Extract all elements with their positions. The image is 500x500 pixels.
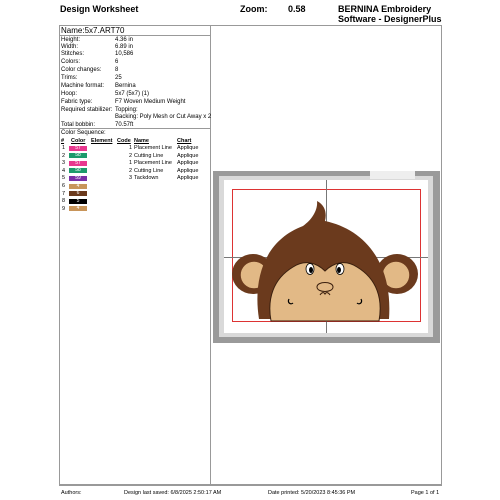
sequence-row-color-swatch: 58 (69, 153, 87, 159)
sequence-header-num: # (61, 138, 65, 144)
sequence-row-num: 5 (62, 175, 66, 182)
sequence-row-name: Cutting Line (134, 152, 164, 159)
left-pupil (309, 267, 313, 273)
footer-page-number: Page 1 of 1 (411, 490, 440, 496)
footer-date-printed: Date printed: 5/20/2023 8:45:36 PM (268, 490, 356, 496)
software-name-line2: Software - DesignerPlus (338, 14, 442, 24)
design-name: Name:5x7.ART70 (60, 26, 211, 36)
sequence-row-num: 1 (62, 145, 66, 151)
monkey-design (232, 201, 418, 322)
info-row-trims: Trims: 25 (61, 75, 122, 81)
sequence-row-color-swatch: 4 (69, 183, 87, 189)
sequence-row-code: 1 (129, 145, 133, 151)
info-row-backing: Backing: Poly Mesh or Cut Away x 2 (115, 114, 212, 120)
sequence-row-num: 6 (62, 183, 66, 189)
footer-authors: Authors: (61, 490, 82, 496)
sequence-row-color-swatch: 57 (69, 145, 87, 151)
sequence-row-num: 9 (62, 205, 66, 212)
sequence-row-num: 7 (62, 190, 66, 197)
sequence-header-name: Name (134, 138, 149, 144)
sequence-row-color-swatch: 59 (69, 175, 87, 181)
sequence-row-num: 2 (62, 152, 66, 159)
sequence-row-name: Placement Line (134, 160, 172, 167)
sequence-row-chart: Applique (177, 152, 199, 159)
sequence-row-color-swatch: 5 (69, 198, 87, 204)
sequence-row-chart: Applique (177, 167, 199, 174)
sequence-header-color: Color (71, 138, 86, 144)
sequence-row-color-swatch: 57 (69, 160, 87, 166)
info-row-width: Width: 6.89 in (61, 44, 134, 50)
sequence-row-name: Placement Line (134, 145, 172, 151)
color-sequence-title: Color Sequence: (61, 130, 106, 136)
sequence-row-num: 4 (62, 167, 66, 174)
sequence-row-color-swatch: 58 (69, 168, 87, 174)
sequence-row-num: 8 (62, 198, 66, 205)
info-row-stitches: Stitches: 10,586 (61, 51, 134, 57)
sequence-row-name: Tackdown (134, 175, 159, 182)
info-row-colors: Colors: 6 (61, 59, 119, 65)
zoom-value: 0.58 (288, 4, 306, 14)
sequence-row-name: Cutting Line (134, 167, 164, 174)
sequence-row-code: 1 (129, 160, 133, 167)
footer-divider (59, 484, 441, 485)
sequence-row-num: 3 (62, 160, 66, 167)
info-row-height: Height: 4.36 in (61, 37, 134, 43)
sequence-header-chart: Chart (177, 138, 192, 144)
column-divider (210, 25, 211, 485)
sequence-row-color-swatch: 4 (69, 206, 87, 212)
sequence-row-chart: Applique (177, 145, 199, 151)
sequence-row-code: 2 (129, 152, 133, 159)
info-row-stabilizer: Required stabilizer: Topping: (61, 107, 138, 113)
info-row-hoop: Hoop: 5x7 (5x7) (1) (61, 91, 150, 97)
info-row-color-changes: Color changes: 8 (61, 67, 119, 73)
sequence-row-color-swatch: 6 (69, 191, 87, 197)
sequence-header-code: Code (117, 138, 131, 144)
sequence-row-chart: Applique (177, 160, 199, 167)
sequence-header-element: Element (91, 138, 113, 144)
right-pupil (337, 267, 341, 273)
info-row-machine-format: Machine format: Bernina (61, 83, 136, 89)
section-divider (60, 128, 210, 129)
footer-last-saved: Design last saved: 6/8/2025 2:50:17 AM (124, 490, 222, 496)
sequence-row-code: 3 (129, 175, 133, 182)
sequence-row-chart: Applique (177, 175, 199, 182)
software-name-line1: BERNINA Embroidery (338, 4, 432, 14)
info-row-fabric-type: Fabric type: F7 Woven Medium Weight (61, 99, 186, 105)
sequence-row-code: 2 (129, 167, 133, 174)
page-title: Design Worksheet (60, 4, 139, 14)
zoom-label: Zoom: (240, 4, 268, 14)
